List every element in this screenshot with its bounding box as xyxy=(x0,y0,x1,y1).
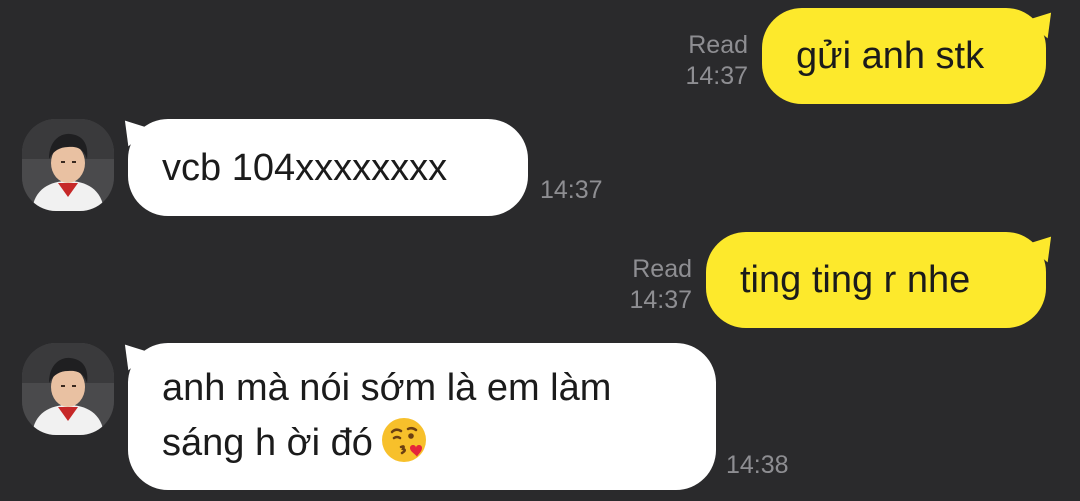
avatar-photo-icon xyxy=(22,343,114,435)
message-meta: Read 14:37 xyxy=(584,254,692,316)
message-text-line: sáng h ời đó xyxy=(162,422,373,464)
message-time: 14:37 xyxy=(685,62,748,90)
outgoing-message-bubble[interactable]: gửi anh stk xyxy=(762,8,1046,104)
incoming-message-bubble[interactable]: vcb 104xxxxxxxx xyxy=(128,119,528,216)
message-text: ting ting r nhe xyxy=(740,259,971,301)
message-time: 14:37 xyxy=(629,286,692,314)
outgoing-message-bubble[interactable]: ting ting r nhe xyxy=(706,232,1046,328)
chat-thread: Read 14:37 gửi anh stk vcb 104xxxxxxxx 1… xyxy=(0,0,1080,501)
message-meta: Read 14:37 xyxy=(640,30,748,92)
face-blowing-kiss-icon xyxy=(381,418,426,462)
read-status: Read xyxy=(688,31,748,59)
message-text: vcb 104xxxxxxxx xyxy=(162,147,448,189)
message-text-line-2: sáng h ời đó xyxy=(162,415,682,470)
message-time: 14:37 xyxy=(540,176,603,204)
avatar[interactable] xyxy=(22,343,114,435)
avatar[interactable] xyxy=(22,119,114,211)
message-text: gửi anh stk xyxy=(796,35,985,77)
message-text-line: anh mà nói sớm là em làm xyxy=(162,367,612,409)
message-time: 14:38 xyxy=(726,451,789,479)
read-status: Read xyxy=(632,255,692,283)
avatar-photo-icon xyxy=(22,119,114,211)
incoming-message-bubble[interactable]: anh mà nói sớm là em làm sáng h ời đó xyxy=(128,343,716,490)
